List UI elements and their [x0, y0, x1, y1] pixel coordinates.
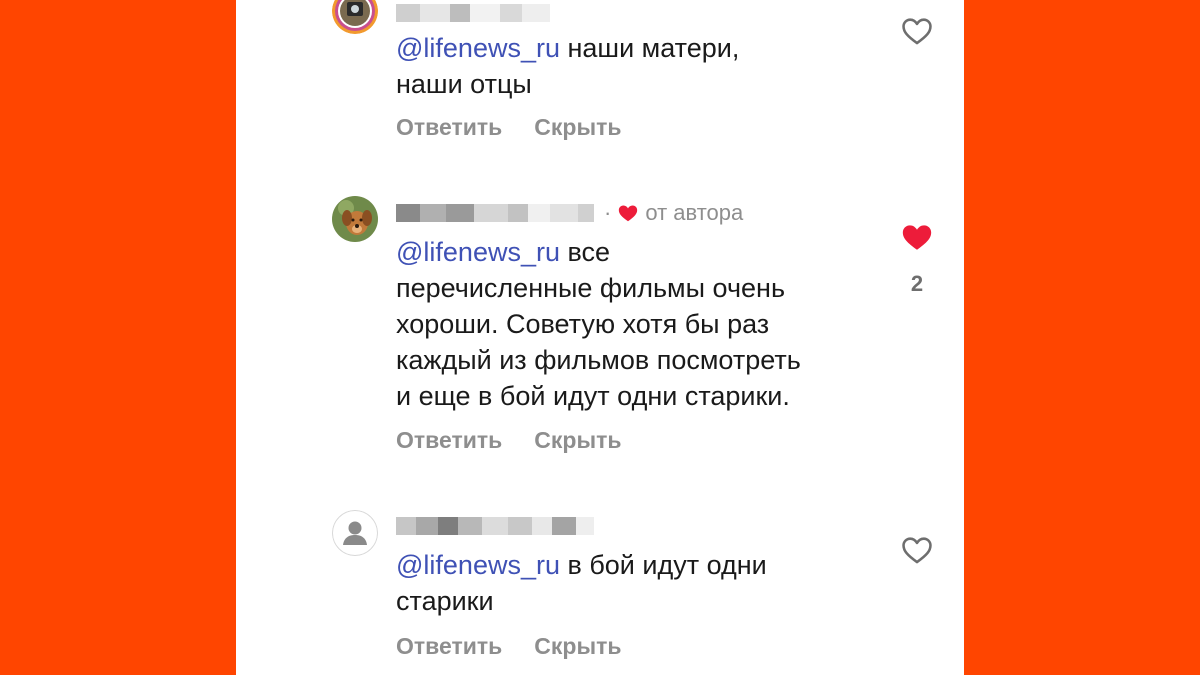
dog-photo-avatar[interactable] [332, 196, 378, 242]
comment-actions: Ответить Скрыть [396, 114, 622, 141]
heart-filled-icon[interactable] [900, 220, 934, 254]
hide-button[interactable]: Скрыть [534, 427, 621, 454]
like-count: 2 [910, 271, 924, 296]
comment-actions: Ответить Скрыть [396, 427, 622, 454]
comments-panel: @lifenews_ru наши матери, наши отцы Отве… [236, 0, 964, 675]
hide-button[interactable]: Скрыть [534, 633, 621, 660]
comment-text: @lifenews_ru в бой идут одни старики [396, 550, 767, 616]
comment-text: @lifenews_ru все перечисленные фильмы оч… [396, 237, 801, 411]
mention-link[interactable]: @lifenews_ru [396, 237, 560, 267]
mention-link[interactable]: @lifenews_ru [396, 33, 560, 63]
reply-button[interactable]: Ответить [396, 427, 502, 454]
comment-actions: Ответить Скрыть [396, 633, 622, 660]
heart-filled-icon [617, 202, 639, 224]
heart-outline-icon[interactable] [900, 533, 934, 567]
hide-button[interactable]: Скрыть [534, 114, 621, 141]
username-redacted[interactable] [396, 2, 550, 24]
username-redacted [396, 515, 594, 537]
author-like-badge: · от автора [604, 200, 744, 225]
mention-link[interactable]: @lifenews_ru [396, 550, 560, 580]
comment-text: @lifenews_ru наши матери, наши отцы [396, 33, 740, 99]
reply-button[interactable]: Ответить [396, 633, 502, 660]
author-badge-label: от автора [645, 200, 744, 225]
photo-avatar-icon[interactable] [332, 0, 378, 34]
heart-outline-icon[interactable] [900, 14, 934, 48]
reply-button[interactable]: Ответить [396, 114, 502, 141]
default-user-avatar[interactable] [332, 510, 378, 556]
username-redacted: · от автора [396, 200, 744, 225]
